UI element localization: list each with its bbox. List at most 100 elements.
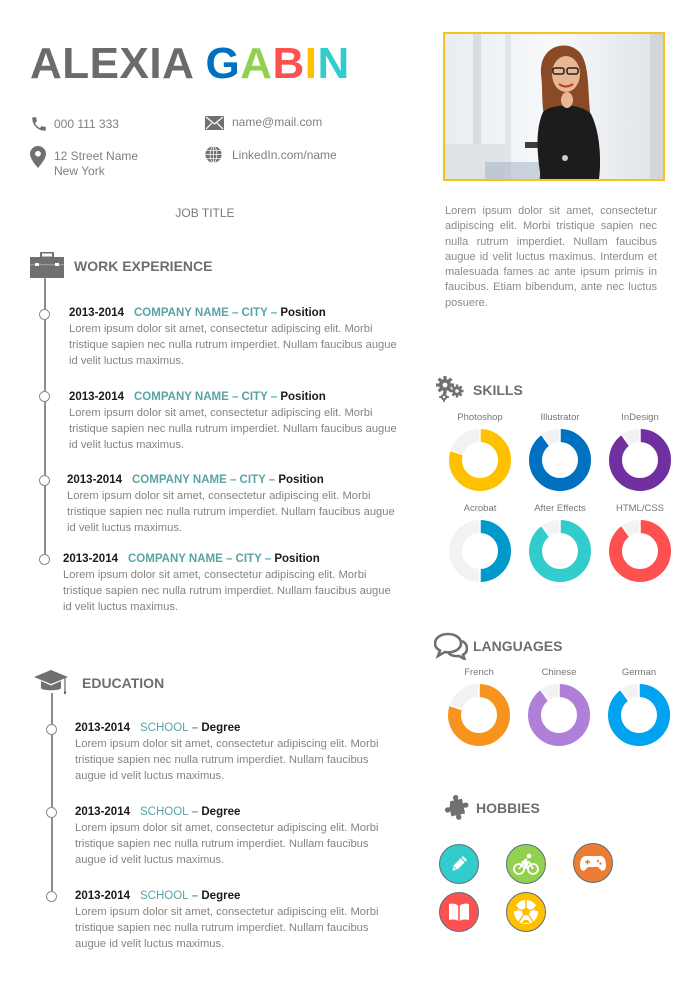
contact-phone: 000 111 333	[30, 115, 180, 135]
hobby-drawing	[439, 844, 479, 884]
entry-date: 2013-2014	[69, 307, 124, 319]
hobby-football	[506, 892, 546, 932]
language-doughnut	[607, 683, 671, 747]
entry-description: Lorem ipsum dolor sit amet, consectetur …	[75, 820, 385, 868]
education-timeline-line	[51, 693, 53, 893]
entry-date: 2013-2014	[69, 391, 124, 403]
entry-position: Position	[280, 391, 325, 403]
entry-position: Position	[278, 474, 323, 486]
timeline-dot	[46, 724, 57, 735]
speech-bubbles-icon	[434, 632, 468, 660]
last-name: GABIN	[205, 39, 349, 88]
skill-label: Acrobat	[444, 502, 516, 516]
entry-school: SCHOOL	[140, 722, 189, 734]
phone-icon	[30, 115, 48, 133]
phone-number: 000 111 333	[54, 117, 119, 132]
contact-address: 12 Street Name New York	[30, 146, 190, 180]
timeline-dot	[39, 475, 50, 486]
entry-company: COMPANY NAME – CITY	[132, 474, 266, 486]
portrait-image	[445, 34, 663, 179]
profile-summary: Lorem ipsum dolor sit amet, consectetur …	[445, 204, 657, 311]
timeline-dot	[46, 891, 57, 902]
separator: –	[266, 474, 279, 486]
education-entry: 2013-2014 SCHOOL – Degree Lorem ipsum dol…	[75, 720, 410, 784]
entry-company: COMPANY NAME – CITY	[128, 553, 262, 565]
book-icon	[447, 901, 471, 923]
address-line-1: 12 Street Name	[54, 149, 138, 164]
language-french: French	[443, 666, 515, 747]
hobbies-title: HOBBIES	[476, 800, 540, 816]
work-entry: 2013-2014COMPANY NAME – CITY – Position …	[69, 305, 404, 369]
bicycle-icon	[512, 852, 540, 876]
entry-degree: Degree	[201, 722, 240, 734]
hobby-reading	[439, 892, 479, 932]
map-pin-icon	[30, 146, 46, 168]
timeline-dot	[39, 391, 50, 402]
profile-photo	[443, 32, 665, 181]
education-title: EDUCATION	[82, 675, 164, 691]
globe-icon	[205, 146, 222, 163]
language-label: German	[603, 666, 675, 680]
skill-label: InDesign	[604, 411, 676, 425]
address-line-2: New York	[54, 164, 105, 179]
skill-indesign: InDesign	[604, 411, 676, 492]
language-german: German	[603, 666, 675, 747]
work-experience-title: WORK EXPERIENCE	[74, 258, 212, 274]
timeline-dot	[46, 807, 57, 818]
skill-doughnut	[608, 428, 672, 492]
separator: –	[189, 722, 202, 734]
work-entry: 2013-2014COMPANY NAME – CITY – Position …	[63, 551, 398, 615]
skill-doughnut	[608, 519, 672, 583]
language-label: Chinese	[523, 666, 595, 680]
entry-position: Position	[280, 307, 325, 319]
timeline-dot	[39, 554, 50, 565]
entry-date: 2013-2014	[75, 890, 130, 902]
hobby-cycling	[506, 844, 546, 884]
briefcase-icon	[30, 252, 64, 278]
last-name-letter: A	[240, 38, 272, 90]
skills-title: SKILLS	[473, 382, 523, 398]
skill-label: Illustrator	[524, 411, 596, 425]
work-entry: 2013-2014COMPANY NAME – CITY – Position …	[67, 472, 402, 536]
separator: –	[189, 890, 202, 902]
education-entry: 2013-2014SCHOOL – Degree Lorem ipsum dol…	[75, 804, 410, 868]
skill-html-css: HTML/CSS	[604, 502, 676, 583]
contact-email[interactable]: name@mail.com	[205, 114, 375, 134]
entry-description: Lorem ipsum dolor sit amet, consectetur …	[67, 488, 402, 536]
last-name-letter: B	[272, 38, 304, 90]
language-doughnut	[447, 683, 511, 747]
entry-degree: Degree	[201, 890, 240, 902]
contact-linkedin[interactable]: LinkedIn.com/name	[205, 146, 375, 166]
entry-date: 2013-2014	[75, 722, 130, 734]
linkedin-url[interactable]: LinkedIn.com/name	[232, 148, 337, 163]
entry-description: Lorem ipsum dolor sit amet, consectetur …	[69, 405, 404, 453]
last-name-letter: I	[305, 38, 318, 90]
entry-description: Lorem ipsum dolor sit amet, consectetur …	[69, 321, 404, 369]
email-address[interactable]: name@mail.com	[232, 115, 322, 130]
separator: –	[189, 806, 202, 818]
entry-date: 2013-2014	[63, 553, 118, 565]
skill-label: After Effects	[524, 502, 596, 516]
entry-company: COMPANY NAME – CITY	[134, 307, 268, 319]
timeline-dot	[39, 309, 50, 320]
hobby-gaming	[573, 843, 613, 883]
first-name: ALEXIA	[30, 39, 193, 88]
puzzle-icon	[442, 794, 472, 824]
skill-label: HTML/CSS	[604, 502, 676, 516]
skill-doughnut	[448, 519, 512, 583]
entry-date: 2013-2014	[67, 474, 122, 486]
candidate-name: ALEXIA GABIN	[30, 38, 350, 90]
languages-title: LANGUAGES	[473, 638, 562, 654]
last-name-letter: G	[205, 38, 240, 90]
skill-photoshop: Photoshop	[444, 411, 516, 492]
entry-school: SCHOOL	[140, 806, 189, 818]
entry-degree: Degree	[201, 806, 240, 818]
separator: –	[262, 553, 275, 565]
skill-doughnut	[448, 428, 512, 492]
language-label: French	[443, 666, 515, 680]
language-doughnut	[527, 683, 591, 747]
skill-doughnut	[528, 428, 592, 492]
last-name-letter: N	[317, 38, 349, 90]
gamepad-icon	[580, 853, 606, 873]
entry-description: Lorem ipsum dolor sit amet, consectetur …	[75, 736, 385, 784]
